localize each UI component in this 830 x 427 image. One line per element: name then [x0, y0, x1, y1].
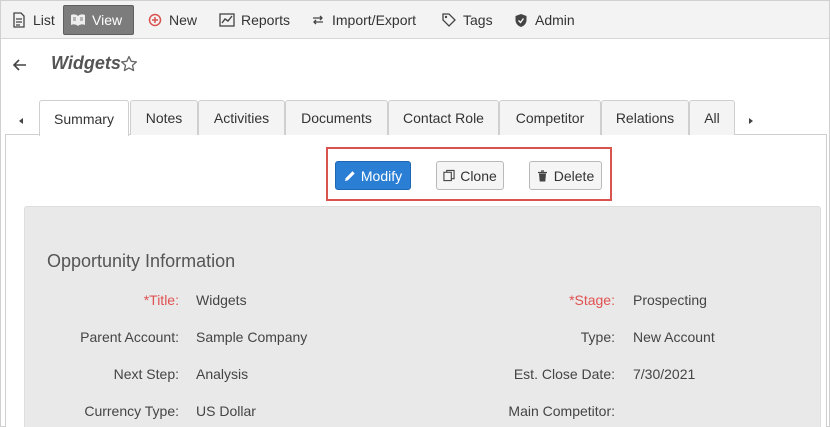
tab-contact-role-label: Contact Role: [403, 110, 484, 126]
clone-button-label: Clone: [460, 167, 497, 184]
tab-competitor-label: Competitor: [515, 110, 585, 126]
tab-contact-role[interactable]: Contact Role: [388, 100, 499, 135]
stage-field-value: Prospecting: [633, 292, 707, 308]
tab-competitor[interactable]: Competitor: [499, 100, 601, 135]
type-field-label: Type:: [580, 329, 615, 345]
top-toolbar: List View New Reports Import/Export Tags: [1, 1, 829, 39]
document-icon: [11, 12, 27, 28]
tab-notes[interactable]: Notes: [130, 100, 198, 135]
main-competitor-field-label: Main Competitor:: [508, 403, 615, 419]
tab-scroll-left-icon[interactable]: [16, 113, 26, 124]
pencil-icon: [344, 170, 356, 182]
favorite-star-icon[interactable]: [120, 55, 138, 73]
currency-type-field-label: Currency Type:: [84, 403, 179, 419]
type-field-value: New Account: [633, 329, 715, 345]
plus-circle-icon: [147, 12, 163, 28]
close-date-field-value: 7/30/2021: [633, 366, 696, 382]
trash-icon: [537, 169, 549, 182]
opportunity-info-section: [24, 206, 821, 427]
tab-all[interactable]: All: [689, 100, 735, 135]
delete-button-label: Delete: [553, 167, 595, 184]
tab-relations-label: Relations: [615, 110, 675, 126]
toolbar-view-label: View: [92, 12, 123, 28]
close-date-field-label: Est. Close Date:: [513, 366, 615, 382]
toolbar-view-button[interactable]: View: [63, 5, 134, 35]
tab-documents[interactable]: Documents: [285, 100, 388, 135]
stage-field-label: *Stage:: [569, 292, 615, 308]
tab-notes-label: Notes: [145, 110, 183, 126]
copy-icon: [443, 169, 455, 182]
clone-button[interactable]: Clone: [436, 161, 504, 190]
tab-relations[interactable]: Relations: [601, 100, 689, 135]
tab-documents-label: Documents: [301, 110, 372, 126]
title-field-value: Widgets: [196, 292, 247, 308]
next-step-field-value: Analysis: [196, 366, 249, 382]
parent-account-field-value: Sample Company: [196, 329, 308, 345]
toolbar-import-export-label: Import/Export: [332, 12, 417, 28]
toolbar-import-export-button[interactable]: Import/Export: [304, 5, 422, 35]
tab-summary-label: Summary: [54, 110, 114, 127]
modify-button[interactable]: Modify: [335, 161, 411, 190]
book-icon: [70, 12, 86, 28]
toolbar-list-label: List: [33, 12, 55, 28]
tab-scroll-right-icon[interactable]: [746, 113, 756, 124]
shield-icon: [513, 12, 529, 28]
tab-activities[interactable]: Activities: [198, 100, 285, 135]
tab-summary[interactable]: Summary: [39, 100, 129, 136]
next-step-field-label: Next Step:: [113, 366, 179, 382]
chart-icon: [219, 12, 235, 28]
toolbar-new-button[interactable]: New: [141, 5, 203, 35]
toolbar-list-button[interactable]: List: [5, 5, 61, 35]
swap-arrows-icon: [310, 12, 326, 28]
parent-account-field-label: Parent Account:: [80, 329, 179, 345]
toolbar-tags-button[interactable]: Tags: [435, 5, 499, 35]
toolbar-reports-button[interactable]: Reports: [213, 5, 296, 35]
toolbar-tags-label: Tags: [463, 12, 493, 28]
toolbar-reports-label: Reports: [241, 12, 291, 28]
toolbar-admin-button[interactable]: Admin: [507, 5, 581, 35]
page-title: Widgets: [51, 53, 121, 73]
title-field-label: *Title:: [143, 292, 179, 308]
currency-type-field-value: US Dollar: [196, 403, 256, 419]
back-arrow-icon[interactable]: [12, 58, 28, 72]
delete-button[interactable]: Delete: [529, 161, 602, 190]
modify-button-label: Modify: [360, 167, 403, 184]
tab-all-label: All: [704, 110, 720, 126]
toolbar-admin-label: Admin: [535, 12, 575, 28]
section-title: Opportunity Information: [47, 251, 236, 271]
tag-icon: [441, 12, 457, 28]
toolbar-new-label: New: [169, 12, 198, 28]
tab-activities-label: Activities: [213, 110, 270, 126]
